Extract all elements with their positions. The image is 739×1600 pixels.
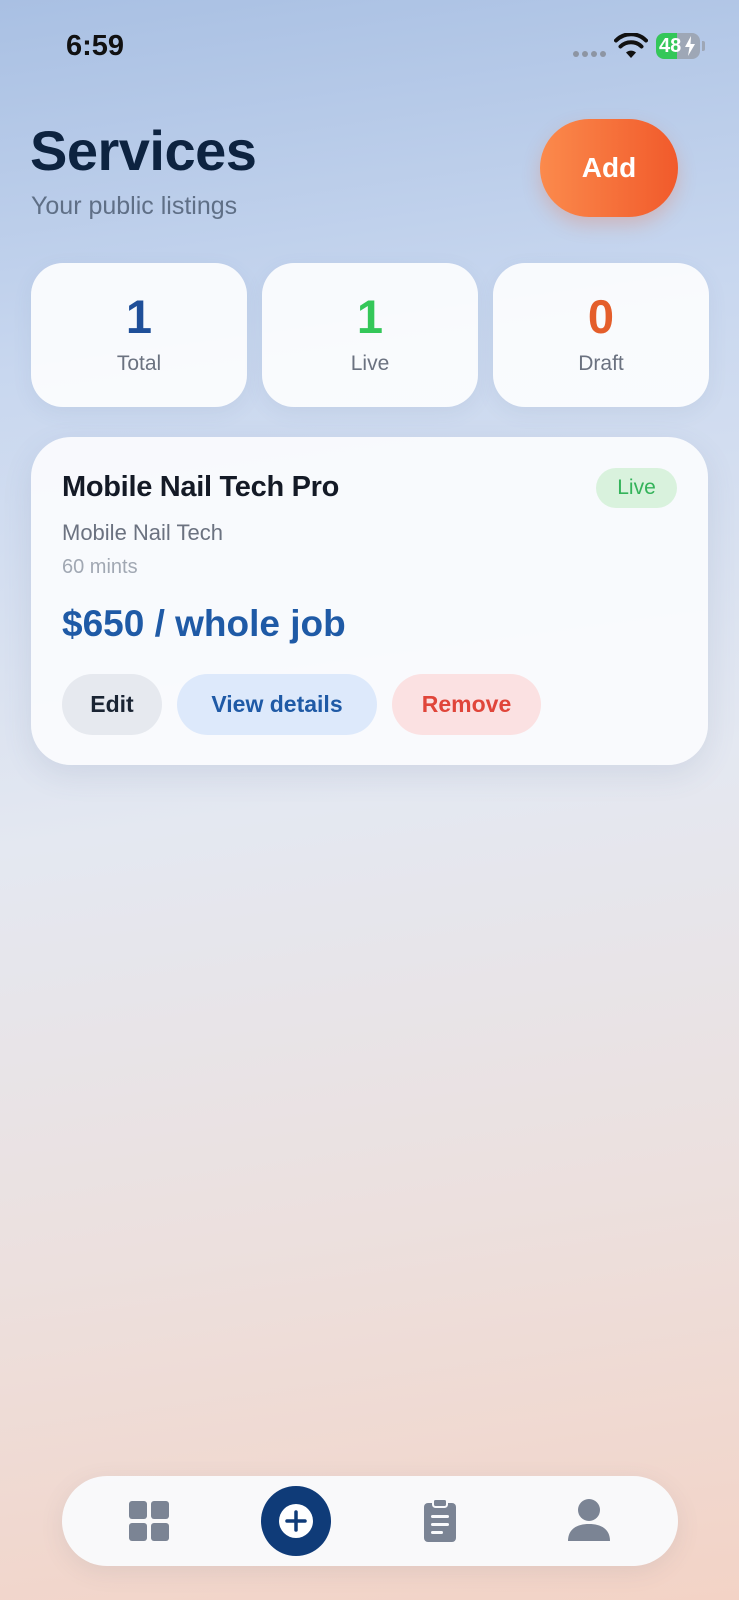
nav-add[interactable] xyxy=(251,1476,341,1566)
status-bar: 6:59 48 xyxy=(0,0,739,95)
service-duration: 60 mints xyxy=(62,556,138,578)
stat-value-draft: 0 xyxy=(587,290,615,343)
edit-button[interactable]: Edit xyxy=(62,674,162,735)
person-icon xyxy=(568,1499,610,1541)
service-card[interactable]: Mobile Nail Tech Pro Live Mobile Nail Te… xyxy=(31,437,708,765)
nav-dashboard[interactable] xyxy=(104,1476,194,1566)
grid-icon xyxy=(129,1501,169,1541)
stat-value-total: 1 xyxy=(125,290,153,343)
view-details-button[interactable]: View details xyxy=(177,674,377,735)
service-name: Mobile Nail Tech Pro xyxy=(62,471,340,503)
stat-label-live: Live xyxy=(350,352,390,375)
page-title: Services xyxy=(30,119,257,182)
cellular-signal-icon xyxy=(573,51,606,57)
stat-card-draft: 0 Draft xyxy=(493,263,709,407)
battery-indicator: 48 xyxy=(656,33,700,59)
battery-level: 48 xyxy=(659,35,682,57)
service-price: $650 / whole job xyxy=(62,603,346,644)
clipboard-icon xyxy=(424,1499,456,1542)
stat-card-live: 1 Live xyxy=(262,263,478,407)
status-time: 6:59 xyxy=(66,30,125,62)
plus-circle-icon xyxy=(261,1486,331,1556)
remove-button[interactable]: Remove xyxy=(392,674,541,735)
stat-card-total: 1 Total xyxy=(31,263,247,407)
service-category: Mobile Nail Tech xyxy=(62,520,224,545)
wifi-icon xyxy=(614,33,648,58)
stat-label-total: Total xyxy=(116,352,162,375)
battery-cap xyxy=(702,41,705,51)
nav-profile[interactable] xyxy=(544,1476,634,1566)
add-service-button[interactable]: Add xyxy=(540,119,678,217)
nav-orders[interactable] xyxy=(395,1476,485,1566)
bottom-nav xyxy=(62,1476,678,1566)
status-badge: Live xyxy=(596,468,677,508)
charging-bolt-icon xyxy=(685,36,695,56)
page-subtitle: Your public listings xyxy=(31,192,238,220)
stat-value-live: 1 xyxy=(356,290,384,343)
stat-label-draft: Draft xyxy=(578,352,624,375)
